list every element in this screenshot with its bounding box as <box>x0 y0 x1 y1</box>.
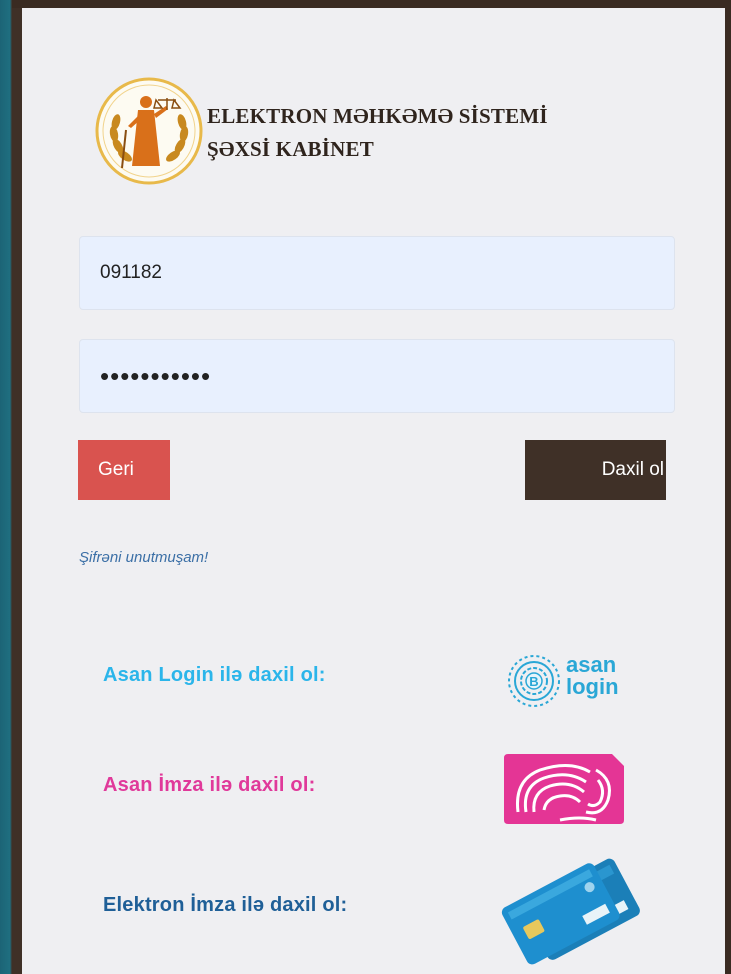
asan-login-label: Asan Login ilə daxil ol: <box>103 664 326 686</box>
window-frame-right <box>725 0 731 974</box>
svg-text:B: B <box>529 674 538 689</box>
asan-logo-text-line2: login <box>566 674 619 699</box>
login-panel: ELEKTRON MƏHKƏMƏ SİSTEMİ ŞƏXSİ KABİNET G… <box>22 8 725 974</box>
asan-login-icon: B <box>508 655 560 707</box>
brand-header: ELEKTRON MƏHKƏMƏ SİSTEMİ ŞƏXSİ KABİNET <box>94 76 548 186</box>
forgot-password-link[interactable]: Şifrəni unutmuşam! <box>79 549 208 566</box>
password-input[interactable] <box>79 339 675 413</box>
system-title: ELEKTRON MƏHKƏMƏ SİSTEMİ ŞƏXSİ KABİNET <box>207 100 548 166</box>
back-button[interactable]: Geri <box>78 440 170 500</box>
asan-imza-label: Asan İmza ilə daxil ol: <box>103 774 316 796</box>
username-input[interactable] <box>79 236 675 310</box>
system-title-line1: ELEKTRON MƏHKƏMƏ SİSTEMİ <box>207 104 548 128</box>
login-button[interactable]: Daxil ol <box>525 440 666 500</box>
asan-imza-sim-icon[interactable] <box>500 750 628 828</box>
system-title-line2: ŞƏXSİ KABİNET <box>207 137 374 161</box>
court-emblem-icon <box>95 77 203 185</box>
asan-login-button[interactable]: B asan login <box>506 650 646 714</box>
asan-logo-text-line1: asan <box>566 652 617 677</box>
window-frame-top <box>12 0 731 8</box>
elektron-imza-label: Elektron İmza ilə daxil ol: <box>103 894 348 916</box>
elektron-imza-card-icon[interactable] <box>498 843 648 974</box>
